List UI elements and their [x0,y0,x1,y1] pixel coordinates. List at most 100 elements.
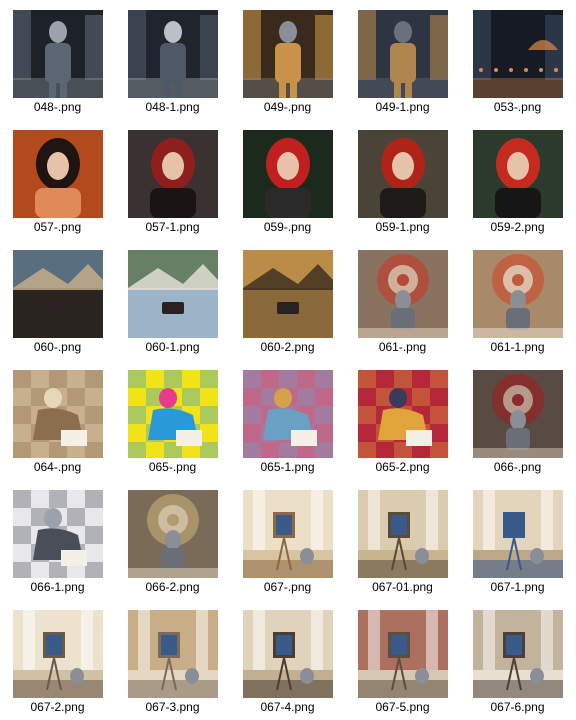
file-tile[interactable]: 060-1.png [115,240,230,360]
file-name-label: 061-1.png [490,340,545,354]
file-tile[interactable]: 065-1.png [230,360,345,480]
file-thumbnail[interactable] [13,490,103,578]
file-thumbnail[interactable] [243,250,333,338]
file-name-label: 053-.png [493,100,542,114]
file-tile[interactable]: 065-2.png [345,360,460,480]
file-tile[interactable]: 061-1.png [460,240,575,360]
thumbnail-image [13,370,103,458]
thumbnail-image [13,10,103,98]
file-thumbnail[interactable] [358,130,448,218]
thumbnail-image [243,250,333,338]
file-thumbnail[interactable] [13,10,103,98]
file-name-label: 059-1.png [375,220,430,234]
thumbnail-image [128,610,218,698]
file-thumbnail[interactable] [358,10,448,98]
file-name-label: 060-1.png [145,340,200,354]
file-name-label: 048-.png [33,100,82,114]
file-thumbnail[interactable] [128,10,218,98]
thumbnail-image [473,610,563,698]
file-thumbnail[interactable] [358,490,448,578]
thumbnail-image [13,130,103,218]
file-thumbnail[interactable] [243,130,333,218]
file-tile[interactable]: 067-1.png [460,480,575,600]
file-tile[interactable]: 059-2.png [460,120,575,240]
file-thumbnail[interactable] [243,10,333,98]
file-tile[interactable]: 048-.png [0,0,115,120]
file-tile[interactable]: 066-2.png [115,480,230,600]
thumbnail-image [128,10,218,98]
file-tile[interactable]: 067-.png [230,480,345,600]
file-thumbnail[interactable] [473,10,563,98]
file-tile[interactable]: 067-01.png [345,480,460,600]
file-tile[interactable]: 067-2.png [0,600,115,720]
file-name-label: 065-2.png [375,460,430,474]
file-name-label: 061-.png [378,340,427,354]
file-tile[interactable]: 053-.png [460,0,575,120]
thumbnail-image [13,610,103,698]
file-name-label: 067-01.png [372,580,433,594]
file-tile[interactable]: 064-.png [0,360,115,480]
file-name-label: 066-1.png [30,580,85,594]
file-name-label: 049-.png [263,100,312,114]
thumbnail-image [358,370,448,458]
file-tile[interactable]: 057-.png [0,120,115,240]
file-thumbnail[interactable] [358,370,448,458]
file-thumbnail[interactable] [128,250,218,338]
file-thumbnail-grid: 048-.png 048-1.png 049-.png 049-1.png 053-.p… [0,0,576,720]
thumbnail-image [128,250,218,338]
thumbnail-image [473,130,563,218]
file-name-label: 067-6.png [490,700,545,714]
file-name-label: 066-2.png [145,580,200,594]
file-tile[interactable]: 060-.png [0,240,115,360]
file-thumbnail[interactable] [473,610,563,698]
file-tile[interactable]: 057-1.png [115,120,230,240]
file-thumbnail[interactable] [128,490,218,578]
file-tile[interactable]: 059-.png [230,120,345,240]
file-tile[interactable]: 049-1.png [345,0,460,120]
file-name-label: 057-1.png [145,220,200,234]
thumbnail-image [13,250,103,338]
file-thumbnail[interactable] [128,130,218,218]
file-tile[interactable]: 059-1.png [345,120,460,240]
file-tile[interactable]: 061-.png [345,240,460,360]
file-name-label: 067-.png [263,580,312,594]
file-thumbnail[interactable] [13,370,103,458]
file-tile[interactable]: 065-.png [115,360,230,480]
file-thumbnail[interactable] [243,610,333,698]
file-tile[interactable]: 066-1.png [0,480,115,600]
file-thumbnail[interactable] [128,370,218,458]
file-thumbnail[interactable] [243,490,333,578]
thumbnail-image [473,250,563,338]
file-tile[interactable]: 067-3.png [115,600,230,720]
file-name-label: 064-.png [33,460,82,474]
file-thumbnail[interactable] [13,610,103,698]
file-tile[interactable]: 066-.png [460,360,575,480]
file-thumbnail[interactable] [358,610,448,698]
file-thumbnail[interactable] [13,250,103,338]
file-thumbnail[interactable] [473,130,563,218]
thumbnail-image [13,490,103,578]
file-name-label: 067-5.png [375,700,430,714]
file-thumbnail[interactable] [358,250,448,338]
file-tile[interactable]: 067-5.png [345,600,460,720]
file-tile[interactable]: 067-6.png [460,600,575,720]
file-tile[interactable]: 067-4.png [230,600,345,720]
file-name-label: 057-.png [33,220,82,234]
thumbnail-image [243,610,333,698]
thumbnail-image [473,370,563,458]
thumbnail-image [243,10,333,98]
thumbnail-image [473,490,563,578]
thumbnail-image [358,130,448,218]
file-tile[interactable]: 060-2.png [230,240,345,360]
file-name-label: 049-1.png [375,100,430,114]
thumbnail-image [358,610,448,698]
file-thumbnail[interactable] [243,370,333,458]
file-tile[interactable]: 048-1.png [115,0,230,120]
file-tile[interactable]: 049-.png [230,0,345,120]
file-name-label: 067-2.png [30,700,85,714]
file-thumbnail[interactable] [128,610,218,698]
file-thumbnail[interactable] [473,490,563,578]
file-thumbnail[interactable] [473,250,563,338]
file-thumbnail[interactable] [473,370,563,458]
file-thumbnail[interactable] [13,130,103,218]
